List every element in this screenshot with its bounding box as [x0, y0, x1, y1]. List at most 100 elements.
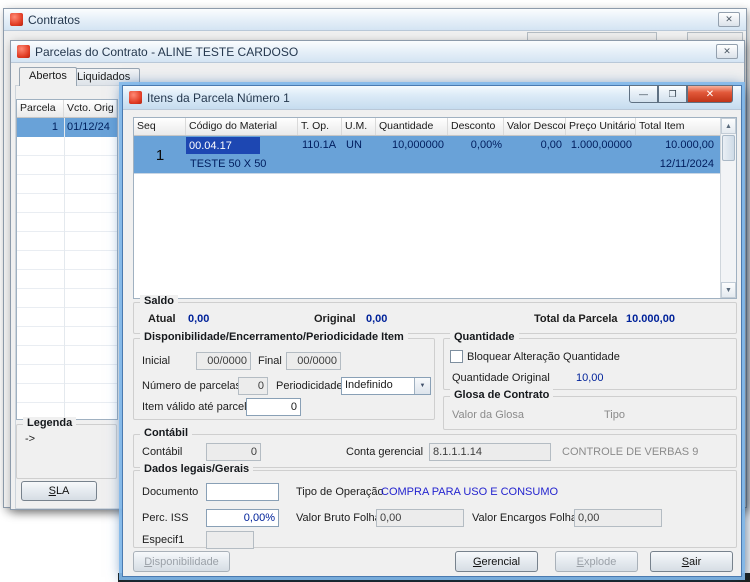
saldo-atual-value: 0,00: [188, 313, 209, 325]
tab-liquidados[interactable]: Liquidados: [67, 68, 140, 86]
glosa-group-label: Glosa de Contrato: [450, 389, 553, 401]
itens-grid-header: Seq Código do Material T. Op. U.M. Quant…: [134, 118, 720, 136]
inicial-field: 00/0000: [196, 352, 251, 370]
col-seq[interactable]: Seq: [134, 118, 186, 135]
close-icon[interactable]: ✕: [687, 85, 733, 103]
documento-field[interactable]: [206, 483, 279, 501]
col-total-item[interactable]: Total Item: [636, 118, 720, 135]
saldo-original-label: Original: [314, 313, 356, 325]
app-icon: [10, 13, 23, 26]
cell-vcto: 01/12/24: [67, 121, 110, 133]
contratos-titlebar[interactable]: Contratos ✕: [4, 9, 746, 31]
col-vcto-orig[interactable]: Vcto. Orig: [64, 100, 117, 117]
legenda-label: Legenda: [23, 417, 76, 429]
cell-parcela: 1: [17, 121, 58, 133]
final-label: Final: [258, 355, 282, 367]
perc-iss-field[interactable]: 0,00%: [206, 509, 279, 527]
num-parcelas-label: Número de parcelas: [142, 380, 241, 392]
saldo-label: Saldo: [140, 295, 178, 307]
especif1-label: Especif1: [142, 534, 184, 546]
scroll-up-icon[interactable]: ▲: [721, 118, 736, 134]
gerencial-button[interactable]: Gerencial: [455, 551, 538, 572]
explode-button: Explode: [555, 551, 638, 572]
col-quantidade[interactable]: Quantidade: [376, 118, 448, 135]
cell-descricao: TESTE 50 X 50: [190, 158, 266, 170]
periodicidade-combo[interactable]: Indefinido ▼: [341, 377, 431, 395]
especif1-field: [206, 531, 254, 549]
periodicidade-label: Periodicidade: [276, 380, 343, 392]
tipo-operacao-label: Tipo de Operação: [296, 486, 384, 498]
parcelas-grid-header: Parcela Vcto. Orig: [17, 100, 117, 118]
col-valor-desconto[interactable]: Valor Desconto: [504, 118, 566, 135]
col-codigo-material[interactable]: Código do Material: [186, 118, 298, 135]
tab-abertos[interactable]: Abertos: [19, 67, 77, 86]
dados-group-label: Dados legais/Gerais: [140, 463, 253, 475]
contabil-group-label: Contábil: [140, 427, 192, 439]
cell-desconto: 0,00%: [450, 139, 502, 151]
quantidade-original-value: 10,00: [576, 372, 604, 384]
cell-seq: 1: [134, 136, 186, 174]
bloquear-checkbox[interactable]: [450, 350, 463, 363]
bloquear-label: Bloquear Alteração Quantidade: [467, 351, 620, 363]
saldo-original-value: 0,00: [366, 313, 387, 325]
valor-encargos-label: Valor Encargos Folha: [472, 512, 577, 524]
legenda-groupbox: Legenda ->: [16, 424, 117, 479]
saldo-atual-label: Atual: [148, 313, 176, 325]
conta-gerencial-field: 8.1.1.1.14: [429, 443, 551, 461]
col-preco-unitario[interactable]: Preço Unitário: [566, 118, 636, 135]
valor-bruto-label: Valor Bruto Folha: [296, 512, 381, 524]
quantidade-group-label: Quantidade: [450, 331, 519, 343]
itens-caption-buttons: — ❐ ✕: [629, 85, 733, 103]
valor-glosa-label: Valor da Glosa: [452, 409, 524, 421]
cell-codigo-editor[interactable]: 00.04.17: [186, 137, 260, 154]
cell-quantidade: 10,000000: [378, 139, 444, 151]
contratos-close-icon[interactable]: ✕: [718, 12, 740, 27]
parcelas-grid[interactable]: Parcela Vcto. Orig 1 01/12/24: [16, 99, 118, 420]
item-valido-label: Item válido até parcela: [142, 401, 253, 413]
tipo-operacao-value: COMPRA PARA USO E CONSUMO: [381, 486, 558, 498]
disponibilidade-group-label: Disponibilidade/Encerramento/Periodicida…: [140, 331, 408, 343]
glosa-groupbox: Glosa de Contrato Valor da Glosa Tipo: [443, 396, 737, 430]
scroll-down-icon[interactable]: ▼: [721, 282, 736, 298]
quantidade-groupbox: Quantidade Bloquear Alteração Quantidade…: [443, 338, 737, 390]
quantidade-original-label: Quantidade Original: [452, 372, 550, 384]
cell-total-item: 10.000,00: [638, 139, 714, 151]
documento-label: Documento: [142, 486, 198, 498]
col-t-op[interactable]: T. Op.: [298, 118, 342, 135]
sla-button[interactable]: SLA: [21, 481, 97, 501]
disponibilidade-groupbox: Disponibilidade/Encerramento/Periodicida…: [133, 338, 435, 420]
contabil-field: 0: [206, 443, 261, 461]
conta-gerencial-label: Conta gerencial: [346, 446, 423, 458]
parcelas-grid-divider: [64, 118, 65, 419]
col-um[interactable]: U.M.: [342, 118, 376, 135]
parcelas-close-icon[interactable]: ✕: [716, 44, 738, 59]
cell-preco-unitario: 1.000,00000: [568, 139, 632, 151]
parcelas-grid-empty: [17, 137, 117, 419]
scrollbar-thumb[interactable]: [722, 135, 735, 161]
conta-gerencial-desc: CONTROLE DE VERBAS 9: [562, 446, 698, 458]
minimize-icon[interactable]: —: [629, 85, 658, 103]
saldo-groupbox: Saldo Atual 0,00 Original 0,00 Total da …: [133, 302, 737, 334]
parcelas-selected-row[interactable]: 1 01/12/24: [17, 118, 117, 137]
itens-selected-row[interactable]: 1 00.04.17 110.1A UN 10,000000 0,00% 0,0…: [134, 136, 720, 174]
periodicidade-value: Indefinido: [342, 378, 414, 394]
sair-button[interactable]: Sair: [650, 551, 733, 572]
itens-grid[interactable]: Seq Código do Material T. Op. U.M. Quant…: [133, 117, 737, 299]
col-parcela[interactable]: Parcela: [17, 100, 64, 117]
cell-t-op: 110.1A: [302, 139, 336, 151]
maximize-icon[interactable]: ❐: [658, 85, 687, 103]
contabil-label: Contábil: [142, 446, 182, 458]
glosa-tipo-label: Tipo: [604, 409, 625, 421]
col-desconto[interactable]: Desconto: [448, 118, 504, 135]
num-parcelas-field: 0: [238, 377, 268, 395]
valor-bruto-field: 0,00: [376, 509, 464, 527]
parcelas-titlebar[interactable]: Parcelas do Contrato - ALINE TESTE CARDO…: [11, 41, 744, 63]
saldo-total-label: Total da Parcela: [534, 313, 618, 325]
item-valido-field[interactable]: 0: [246, 398, 301, 416]
chevron-down-icon[interactable]: ▼: [414, 378, 430, 394]
app-icon: [129, 91, 142, 104]
itens-grid-scrollbar[interactable]: ▲ ▼: [720, 118, 736, 298]
valor-encargos-field: 0,00: [574, 509, 662, 527]
inicial-label: Inicial: [142, 355, 170, 367]
final-field: 00/0000: [286, 352, 341, 370]
